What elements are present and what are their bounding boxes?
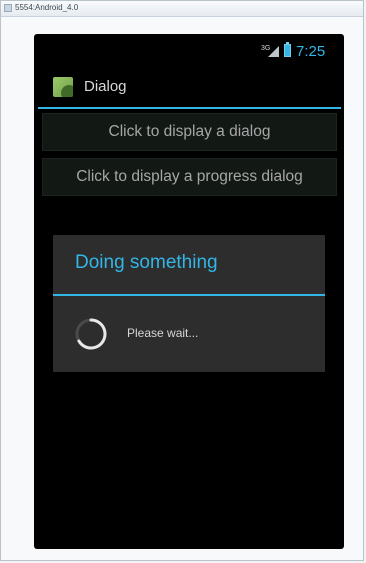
display-progress-dialog-button[interactable]: Click to display a progress dialog bbox=[42, 158, 337, 196]
display-dialog-button[interactable]: Click to display a dialog bbox=[42, 113, 337, 151]
signal-strength-icon bbox=[268, 46, 279, 57]
action-bar: Dialog bbox=[34, 66, 344, 106]
emulator-app-icon bbox=[4, 4, 12, 12]
progress-dialog: Doing something Please wait... bbox=[53, 235, 325, 372]
emulator-titlebar: 5554:Android_4.0 bbox=[1, 1, 363, 17]
dialog-title: Doing something bbox=[75, 252, 218, 273]
progress-spinner-icon bbox=[75, 318, 107, 350]
action-bar-title: Dialog bbox=[84, 78, 127, 95]
dialog-title-divider bbox=[53, 294, 325, 296]
emulator-window: 5554:Android_4.0 3G 7:25 Dialog Click to… bbox=[0, 0, 364, 561]
emulator-title: 5554:Android_4.0 bbox=[15, 3, 79, 12]
phone-screen: 3G 7:25 Dialog Click to display a dialog… bbox=[34, 34, 344, 549]
action-bar-divider bbox=[38, 107, 341, 109]
battery-icon bbox=[284, 42, 291, 57]
dialog-message: Please wait... bbox=[127, 326, 199, 340]
clock: 7:25 bbox=[296, 43, 326, 60]
app-launcher-icon[interactable] bbox=[53, 77, 73, 97]
status-bar: 3G 7:25 bbox=[34, 34, 344, 66]
